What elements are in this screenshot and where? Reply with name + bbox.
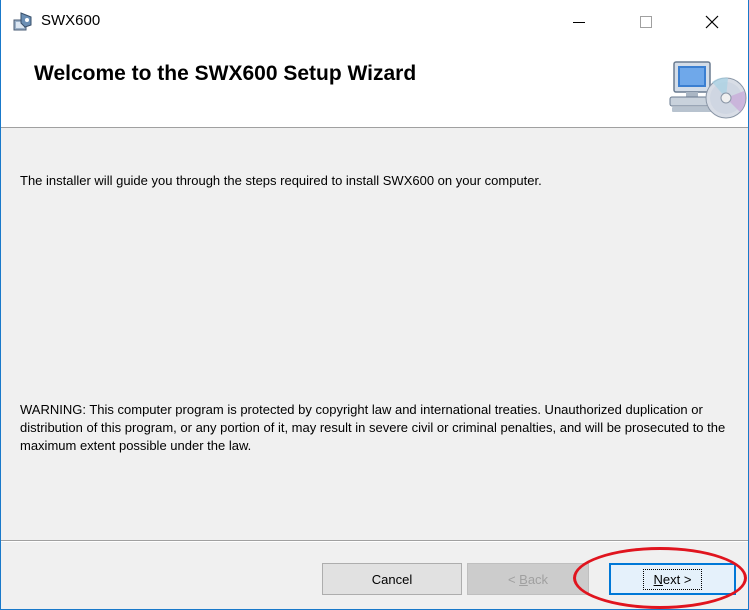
next-focus-rect: Next > [642,568,703,590]
minimize-icon [573,22,585,23]
cancel-button[interactable]: Cancel [322,563,462,595]
setup-window: SWX600 Welcome to the SWX600 Setup Wizar… [0,0,749,610]
back-mnemonic: B [519,571,528,587]
copyright-warning: WARNING: This computer program is protec… [20,402,726,453]
maximize-button[interactable] [623,0,669,44]
next-button[interactable]: Next > [609,563,736,595]
title-bar[interactable]: SWX600 [1,0,748,44]
close-button[interactable] [689,0,735,44]
installer-app-icon [13,12,32,31]
back-button[interactable]: < Back [467,563,589,595]
back-prefix: < [507,571,520,587]
next-mnemonic: N [653,571,663,587]
wizard-title: Welcome to the SWX600 Setup Wizard [34,62,417,85]
wizard-body: The installer will guide you through the… [1,129,748,540]
footer-divider [1,540,748,542]
intro-text: The installer will guide you through the… [20,173,542,188]
window-title: SWX600 [41,12,101,29]
close-icon [705,15,719,29]
minimize-button[interactable] [556,0,602,44]
wizard-header: Welcome to the SWX600 Setup Wizard [1,44,748,128]
cancel-label: Cancel [371,571,413,587]
back-label: ack [527,571,549,587]
computer-cd-icon [669,61,747,119]
next-label: ext > [662,571,692,587]
maximize-icon [640,16,652,28]
